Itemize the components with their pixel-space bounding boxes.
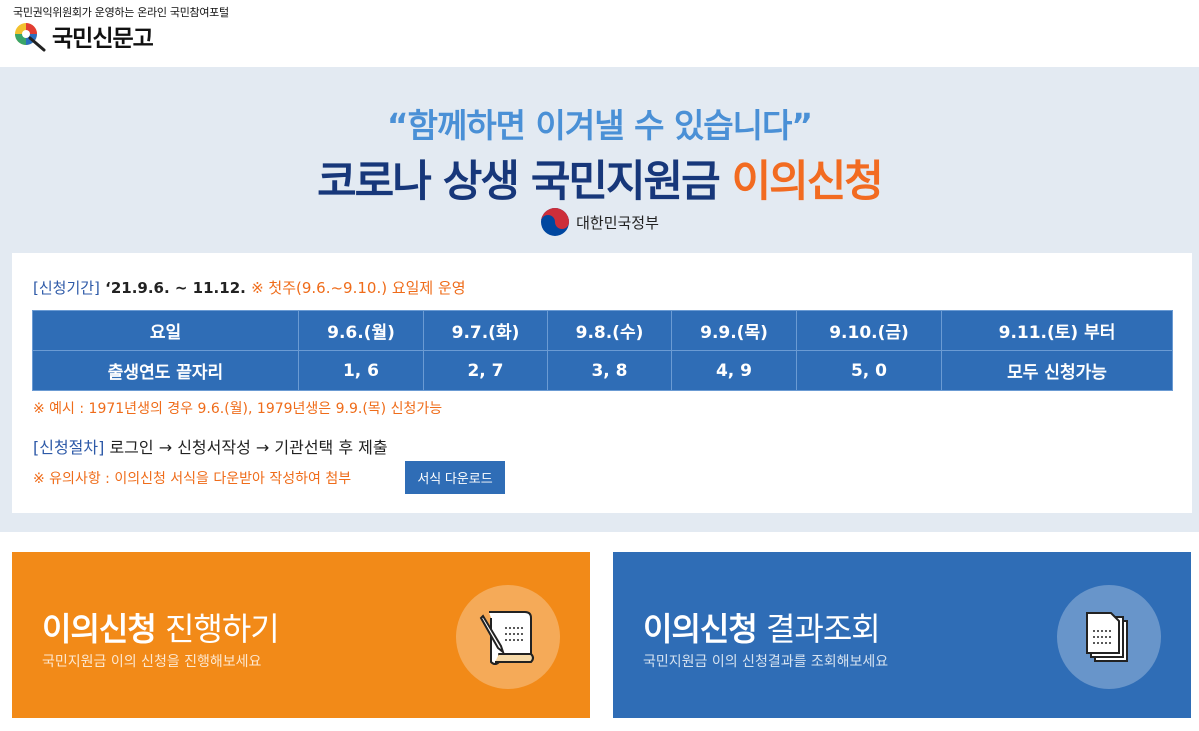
- document-pen-icon: [456, 585, 560, 689]
- card-title: 이의신청 결과조회: [643, 604, 881, 650]
- government-mark: 대한민국정부: [0, 207, 1199, 237]
- taegeuk-icon: [540, 207, 570, 237]
- period-note: ※ 첫주(9.6.~9.10.) 요일제 운영: [251, 279, 466, 297]
- card-subtitle: 국민지원금 이의 신청결과를 조회해보세요: [643, 654, 889, 670]
- period-value: ‘21.9.6. ~ 11.12.: [99, 279, 252, 297]
- site-header: 국민권익위원회가 운영하는 온라인 국민참여포털 국민신문고: [0, 0, 1199, 67]
- process-value: 로그인 → 신청서작성 → 기관선택 후 제출: [104, 438, 388, 457]
- application-info-panel: [신청기간] ‘21.9.6. ~ 11.12. ※ 첫주(9.6.~9.10.…: [12, 253, 1192, 513]
- schedule-table: 요일 9.6.(월) 9.7.(화) 9.8.(수) 9.9.(목) 9.10.…: [32, 310, 1173, 391]
- table-cell: 9.9.(목): [671, 310, 797, 351]
- table-cell: 출생연도 끝자리: [32, 350, 299, 391]
- site-tagline: 국민권익위원회가 운영하는 온라인 국민참여포털: [13, 6, 229, 19]
- main-banner: “함께하면 이겨낼 수 있습니다” 코로나 상생 국민지원금 이의신청 대한민국…: [0, 67, 1199, 532]
- table-row: 요일 9.6.(월) 9.7.(화) 9.8.(수) 9.9.(목) 9.10.…: [32, 310, 1173, 351]
- apply-objection-card[interactable]: 이의신청 진행하기 국민지원금 이의 신청을 진행해보세요: [12, 552, 590, 718]
- headline-accent: 이의신청: [731, 157, 884, 207]
- table-cell: 1, 6: [298, 350, 424, 391]
- table-cell: 4, 9: [671, 350, 797, 391]
- form-download-button[interactable]: 서식 다운로드: [405, 461, 505, 494]
- headline-main: 코로나 상생 국민지원금: [317, 157, 732, 207]
- documents-stack-icon: [1057, 585, 1161, 689]
- card-title-rest: 결과조회: [756, 610, 881, 648]
- period-label: [신청기간]: [33, 279, 100, 297]
- banner-slogan: “함께하면 이겨낼 수 있습니다”: [386, 106, 813, 145]
- card-title-rest: 진행하기: [155, 610, 280, 648]
- table-cell: 9.7.(화): [423, 310, 548, 351]
- card-title: 이의신청 진행하기: [42, 604, 280, 650]
- site-logo[interactable]: 국민신문고: [12, 19, 154, 53]
- application-period: [신청기간] ‘21.9.6. ~ 11.12. ※ 첫주(9.6.~9.10.…: [33, 277, 466, 298]
- card-subtitle: 국민지원금 이의 신청을 진행해보세요: [42, 654, 262, 670]
- logo-text: 국민신문고: [52, 25, 154, 52]
- table-row: 출생연도 끝자리 1, 6 2, 7 3, 8 4, 9 5, 0 모두 신청가…: [32, 350, 1173, 391]
- table-cell: 5, 0: [796, 350, 942, 391]
- table-cell: 9.8.(수): [547, 310, 672, 351]
- table-cell: 2, 7: [423, 350, 548, 391]
- table-cell: 3, 8: [547, 350, 672, 391]
- table-cell: 9.6.(월): [298, 310, 424, 351]
- logo-emblem-icon: [12, 20, 46, 52]
- notice-text: ※ 유의사항 : 이의신청 서식을 다운받아 작성하여 첨부: [33, 471, 352, 487]
- table-cell: 요일: [32, 310, 299, 351]
- banner-headline: 코로나 상생 국민지원금 이의신청: [0, 147, 1199, 209]
- example-note: ※ 예시 : 1971년생의 경우 9.6.(월), 1979년생은 9.9.(…: [33, 401, 443, 417]
- card-title-strong: 이의신청: [42, 610, 157, 648]
- card-title-strong: 이의신청: [643, 610, 758, 648]
- application-process: [신청절차] 로그인 → 신청서작성 → 기관선택 후 제출: [33, 434, 388, 458]
- table-cell: 9.11.(토) 부터: [941, 310, 1173, 351]
- table-cell: 9.10.(금): [796, 310, 942, 351]
- government-label: 대한민국정부: [576, 213, 659, 232]
- table-cell: 모두 신청가능: [941, 350, 1173, 391]
- objection-result-card[interactable]: 이의신청 결과조회 국민지원금 이의 신청결과를 조회해보세요: [613, 552, 1191, 718]
- process-label: [신청절차]: [33, 438, 105, 457]
